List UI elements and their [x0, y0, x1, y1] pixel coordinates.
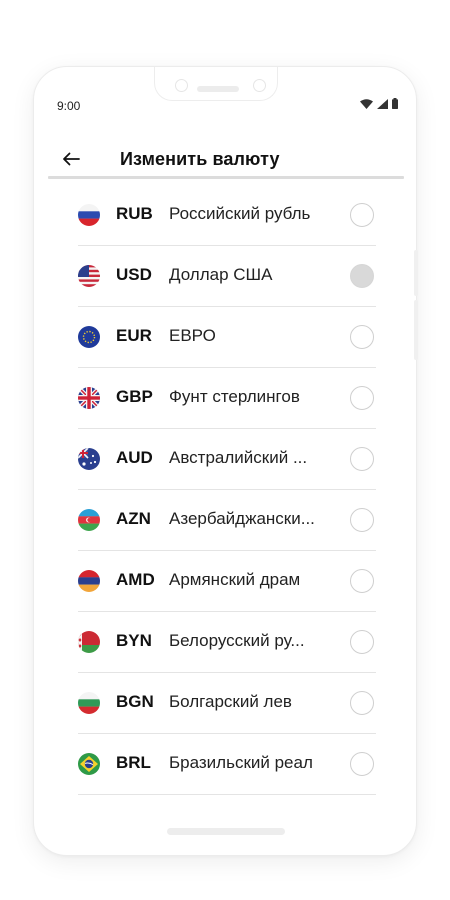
radio-button-selected[interactable]: [350, 264, 374, 288]
battery-icon: [392, 98, 398, 109]
armenia-flag-icon: [78, 570, 100, 592]
app-bar: Изменить валюту: [48, 139, 404, 179]
status-time: 9:00: [57, 99, 81, 113]
currency-code: AUD: [116, 448, 153, 467]
speaker-grille: [197, 86, 239, 92]
currency-code: GBP: [116, 387, 153, 406]
currency-list: RUB Российский рубль USD Доллар США EUR …: [34, 185, 416, 795]
currency-code: USD: [116, 265, 152, 284]
arrow-left-icon: [63, 152, 80, 166]
currency-row-byn[interactable]: BYN Белорусский ру...: [34, 612, 416, 673]
currency-name: Азербайджански...: [169, 509, 315, 528]
radio-button[interactable]: [350, 508, 374, 532]
azerbaijan-flag-icon: [78, 509, 100, 531]
currency-name: Армянский драм: [169, 570, 301, 589]
sensor-icon: [253, 79, 266, 92]
phone-notch: [154, 67, 278, 101]
radio-button[interactable]: [350, 691, 374, 715]
home-indicator[interactable]: [167, 828, 285, 835]
australia-flag-icon: [78, 448, 100, 470]
radio-button[interactable]: [350, 386, 374, 410]
currency-row-azn[interactable]: AZN Азербайджански...: [34, 490, 416, 551]
radio-button[interactable]: [350, 630, 374, 654]
currency-code: AMD: [116, 570, 155, 589]
page-title: Изменить валюту: [120, 148, 280, 169]
currency-code: EUR: [116, 326, 152, 345]
bulgaria-flag-icon: [78, 692, 100, 714]
currency-row-gbp[interactable]: GBP Фунт стерлингов: [34, 368, 416, 429]
wifi-icon: [360, 98, 373, 109]
back-button[interactable]: [56, 144, 86, 174]
usa-flag-icon: [78, 265, 100, 287]
currency-code: BYN: [116, 631, 152, 650]
radio-button[interactable]: [350, 325, 374, 349]
signal-icon: [377, 98, 388, 109]
currency-code: AZN: [116, 509, 151, 528]
uk-flag-icon: [78, 387, 100, 409]
radio-button[interactable]: [350, 447, 374, 471]
phone-side-button: [414, 250, 418, 296]
currency-row-eur[interactable]: EUR ЕВРО: [34, 307, 416, 368]
status-icons: [360, 98, 398, 109]
currency-name: Бразильский реал: [169, 753, 313, 772]
header-divider: [48, 176, 404, 179]
currency-row-usd[interactable]: USD Доллар США: [34, 246, 416, 307]
currency-name: Фунт стерлингов: [169, 387, 300, 406]
radio-button[interactable]: [350, 569, 374, 593]
belarus-flag-icon: [78, 631, 100, 653]
currency-code: RUB: [116, 204, 153, 223]
currency-row-rub[interactable]: RUB Российский рубль: [34, 185, 416, 246]
phone-frame: 9:00 Изменить валюту RUB Российский рубл…: [33, 66, 417, 856]
currency-row-bgn[interactable]: BGN Болгарский лев: [34, 673, 416, 734]
radio-button[interactable]: [350, 752, 374, 776]
currency-name: Австралийский ...: [169, 448, 308, 467]
currency-code: BGN: [116, 692, 154, 711]
russia-flag-icon: [78, 204, 100, 226]
currency-row-brl[interactable]: BRL Бразильский реал: [34, 734, 416, 795]
currency-name: ЕВРО: [169, 326, 216, 345]
radio-button[interactable]: [350, 203, 374, 227]
currency-name: Белорусский ру...: [169, 631, 305, 650]
phone-volume-button: [414, 300, 418, 360]
brazil-flag-icon: [78, 753, 100, 775]
currency-name: Российский рубль: [169, 204, 311, 223]
camera-icon: [175, 79, 188, 92]
currency-code: BRL: [116, 753, 151, 772]
currency-name: Болгарский лев: [169, 692, 292, 711]
currency-name: Доллар США: [169, 265, 273, 284]
currency-row-amd[interactable]: AMD Армянский драм: [34, 551, 416, 612]
currency-row-aud[interactable]: AUD Австралийский ...: [34, 429, 416, 490]
eu-flag-icon: [78, 326, 100, 348]
